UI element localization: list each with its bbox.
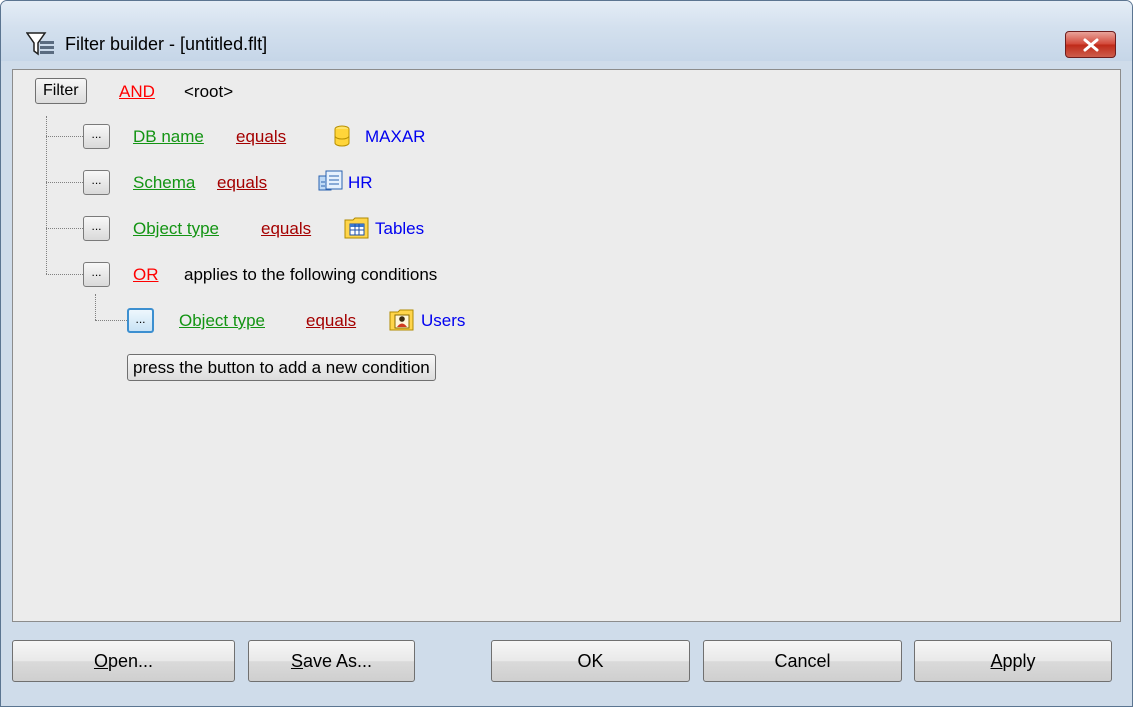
tree-line: [46, 182, 83, 183]
group-description: applies to the following conditions: [184, 265, 438, 284]
condition-operator[interactable]: equals: [236, 127, 286, 147]
condition-operator[interactable]: equals: [306, 311, 356, 331]
tree-line: [95, 294, 96, 320]
open-accelerator: O: [93, 651, 108, 671]
condition-menu-button[interactable]: ...: [83, 124, 110, 149]
condition-field[interactable]: DB name: [133, 127, 204, 147]
condition-operator[interactable]: equals: [261, 219, 311, 239]
users-icon: [389, 309, 414, 331]
database-icon: [334, 125, 350, 147]
apply-button[interactable]: Apply: [914, 640, 1112, 682]
title-bar[interactable]: Filter builder - [untitled.flt]: [1, 1, 1132, 61]
condition-field[interactable]: Object type: [133, 219, 219, 239]
condition-menu-button[interactable]: ...: [83, 216, 110, 241]
window-title: Filter builder - [untitled.flt]: [65, 34, 268, 54]
save-label: ave As...: [302, 651, 373, 671]
apply-label: pply: [1002, 651, 1036, 671]
save-as-button[interactable]: Save As...: [248, 640, 415, 682]
filter-tree-panel[interactable]: Filter AND <root> ... DB name equals MAX…: [12, 69, 1121, 622]
add-condition-button[interactable]: press the button to add a new condition: [127, 354, 436, 381]
tree-line: [46, 228, 83, 229]
tree-line: [95, 320, 127, 321]
ok-button[interactable]: OK: [491, 640, 690, 682]
tree-line: [46, 136, 83, 137]
schema-icon: [318, 170, 343, 191]
group-menu-button[interactable]: ...: [83, 262, 110, 287]
group-operator-or[interactable]: OR: [133, 265, 159, 285]
apply-accelerator: A: [990, 651, 1003, 671]
condition-menu-button[interactable]: ...: [83, 170, 110, 195]
root-label: <root>: [184, 82, 234, 101]
cancel-button[interactable]: Cancel: [703, 640, 902, 682]
condition-value[interactable]: MAXAR: [365, 127, 425, 147]
condition-value[interactable]: Tables: [375, 219, 424, 239]
close-button[interactable]: [1065, 31, 1116, 58]
condition-field[interactable]: Object type: [179, 311, 265, 331]
condition-value[interactable]: Users: [421, 311, 465, 331]
tree-line: [46, 274, 83, 275]
open-label: pen...: [107, 651, 154, 671]
condition-operator[interactable]: equals: [217, 173, 267, 193]
tree-line: [46, 116, 47, 274]
table-icon: [344, 217, 369, 239]
filter-app-icon: [26, 32, 54, 56]
root-operator-and[interactable]: AND: [119, 82, 155, 102]
open-button[interactable]: Open...: [12, 640, 235, 682]
close-icon: [1083, 38, 1099, 52]
save-accelerator: S: [290, 651, 303, 671]
condition-value[interactable]: HR: [348, 173, 373, 193]
condition-menu-button[interactable]: ...: [127, 308, 154, 333]
filter-builder-window: Filter builder - [untitled.flt] Filter A…: [0, 0, 1133, 707]
condition-field[interactable]: Schema: [133, 173, 195, 193]
filter-button[interactable]: Filter: [35, 78, 87, 104]
